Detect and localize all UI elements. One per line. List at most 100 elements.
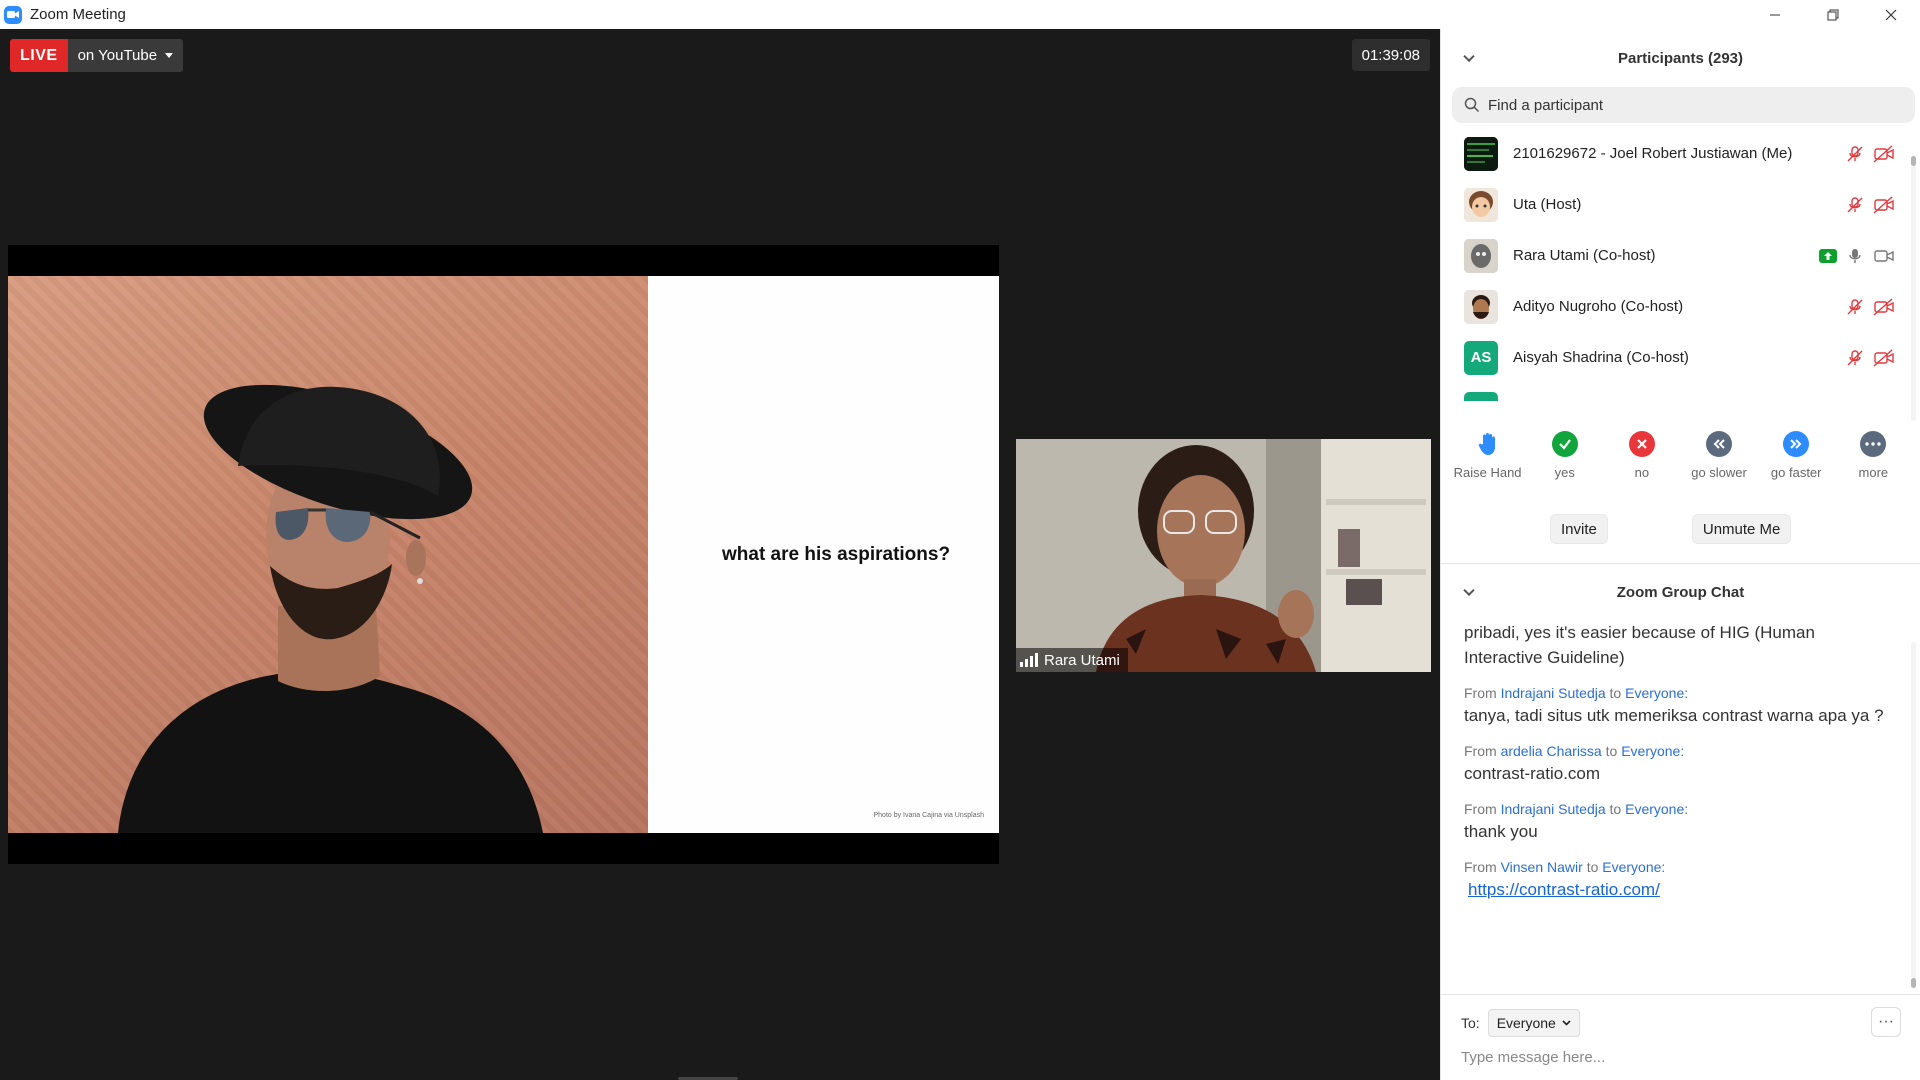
restore-button[interactable]: [1804, 0, 1862, 29]
unmute-me-button[interactable]: Unmute Me: [1691, 514, 1792, 544]
muted-mic-icon: [1847, 349, 1863, 365]
chat-sender[interactable]: ardelia Charissa: [1501, 743, 1602, 759]
more-reactions-button[interactable]: more: [1836, 431, 1910, 509]
participant-name: Adityo Nugroho (Co-host): [1513, 298, 1684, 315]
x-icon: [1628, 431, 1655, 457]
screen-share-icon: [1819, 248, 1837, 263]
signal-strength-icon: [1020, 653, 1038, 667]
participant-row[interactable]: 2101629672 - Joel Robert Justiawan (Me): [1441, 128, 1920, 179]
reaction-label: go slower: [1691, 465, 1747, 480]
slide-photo-credit: Photo by Ivana Cajina via Unsplash: [873, 812, 984, 819]
chevron-down-icon[interactable]: [1463, 50, 1475, 63]
participant-name: Aisyah Shadrina (Co-host): [1513, 349, 1689, 366]
participant-row[interactable]: Adityo Nugroho (Co-host): [1441, 281, 1920, 332]
more-icon: [1860, 431, 1887, 457]
participant-actions: Invite Unmute Me: [1441, 509, 1920, 549]
chat-message-meta: From ardelia Charissa to Everyone:: [1464, 741, 1890, 761]
title-bar: Zoom Meeting: [0, 0, 1920, 29]
go-faster-button[interactable]: go faster: [1759, 431, 1833, 509]
presentation-slide: what are his aspirations? Photo by Ivana…: [8, 276, 999, 833]
chat-message-text: thank you: [1464, 822, 1538, 841]
to-word: to: [1609, 685, 1622, 701]
participant-row[interactable]: Rara Utami (Co-host): [1441, 230, 1920, 281]
from-label: From: [1464, 801, 1497, 817]
avatar: [1464, 238, 1498, 273]
participants-title: Participants (293): [1617, 49, 1744, 67]
chat-sender[interactable]: Indrajani Sutedja: [1501, 685, 1606, 701]
avatar: [1464, 289, 1498, 324]
recipient-select[interactable]: Everyone: [1487, 1009, 1580, 1037]
chat-more-button[interactable]: ···: [1871, 1007, 1901, 1037]
window-title: Zoom Meeting: [30, 6, 126, 23]
side-panel: Participants (293) 2101629672 - Joel Rob…: [1440, 29, 1920, 1080]
speaker-video-frame: [1016, 439, 1431, 672]
chat-sender[interactable]: Indrajani Sutedja: [1501, 801, 1606, 817]
muted-mic-icon: [1847, 298, 1863, 314]
chat-message-link[interactable]: https://contrast-ratio.com/: [1464, 877, 1890, 902]
window-controls: [1746, 0, 1920, 29]
chat-recipient: Everyone:: [1602, 859, 1666, 875]
from-label: From: [1464, 685, 1497, 701]
chat-recipient: Everyone:: [1621, 743, 1685, 759]
close-button[interactable]: [1862, 0, 1920, 29]
raise-hand-icon: [1475, 431, 1501, 457]
reaction-label: more: [1858, 465, 1889, 480]
recipient-value: Everyone: [1496, 1015, 1556, 1031]
participant-search-input[interactable]: [1488, 96, 1868, 114]
video-off-icon: [1873, 297, 1894, 316]
chat-recipient-row: To: Everyone: [1461, 1009, 1580, 1037]
live-target-label: on YouTube: [77, 47, 158, 64]
to-word: to: [1609, 801, 1622, 817]
speaker-name: Rara Utami: [1044, 651, 1120, 669]
participant-status-icons: [1846, 179, 1895, 230]
raise-hand-button[interactable]: Raise Hand: [1451, 431, 1525, 509]
invite-button[interactable]: Invite: [1550, 514, 1608, 544]
live-stream-indicator[interactable]: LIVE on YouTube: [10, 39, 184, 72]
chat-message-meta: From Indrajani Sutedja to Everyone:: [1464, 799, 1890, 819]
chat-sender[interactable]: Vinsen Nawir: [1501, 859, 1583, 875]
caret-down-icon: [165, 53, 174, 58]
chat-message-continued: pribadi, yes it's easier because of HIG …: [1464, 623, 1815, 667]
speaker-video-tile[interactable]: Rara Utami: [1016, 439, 1431, 672]
participant-row-partial[interactable]: [1441, 383, 1920, 401]
participant-status-icons: [1846, 128, 1895, 179]
chat-scrollbar[interactable]: [1911, 642, 1916, 988]
participant-scrollbar[interactable]: [1911, 156, 1916, 421]
slide-photo: [8, 276, 648, 833]
rewind-icon: [1706, 431, 1733, 457]
participant-row[interactable]: AS Aisyah Shadrina (Co-host): [1441, 332, 1920, 383]
from-label: From: [1464, 743, 1497, 759]
reaction-label: yes: [1554, 465, 1575, 480]
participant-status-icons: [1819, 230, 1895, 281]
participant-name: 2101629672 - Joel Robert Justiawan (Me): [1513, 145, 1793, 162]
participant-list: 2101629672 - Joel Robert Justiawan (Me) …: [1441, 128, 1920, 401]
chat-message: From Vinsen Nawir to Everyone: https://c…: [1464, 857, 1890, 902]
go-slower-button[interactable]: go slower: [1682, 431, 1756, 509]
meeting-area: LIVE on YouTube 01:39:08 what are his as…: [0, 29, 1440, 1080]
live-badge: LIVE: [10, 39, 68, 72]
slide-question: what are his aspirations?: [722, 544, 951, 565]
yes-button[interactable]: yes: [1528, 431, 1602, 509]
participant-search[interactable]: [1452, 87, 1915, 123]
video-off-icon: [1873, 195, 1894, 214]
to-word: to: [1605, 743, 1618, 759]
chevron-down-icon[interactable]: [1463, 584, 1475, 597]
minimize-button[interactable]: [1746, 0, 1804, 29]
chat-title: Zoom Group Chat: [1616, 583, 1745, 601]
muted-mic-icon: [1847, 145, 1863, 161]
chat-header: Zoom Group Chat: [1441, 564, 1920, 620]
live-target-dropdown[interactable]: on YouTube: [67, 39, 184, 72]
chat-recipient: Everyone:: [1625, 685, 1689, 701]
no-button[interactable]: no: [1605, 431, 1679, 509]
chat-message-input[interactable]: [1461, 1049, 1881, 1066]
avatar: [1464, 136, 1498, 171]
participant-status-icons: [1846, 332, 1895, 383]
video-off-icon: [1873, 144, 1894, 163]
video-off-icon: [1873, 348, 1894, 367]
search-icon: [1464, 97, 1480, 113]
participant-name: Uta (Host): [1513, 196, 1582, 213]
chat-message-text: contrast-ratio.com: [1464, 764, 1601, 783]
participant-row[interactable]: Uta (Host): [1441, 179, 1920, 230]
mic-icon: [1849, 248, 1861, 263]
chat-message-text: tanya, tadi situs utk memeriksa contrast…: [1464, 706, 1884, 725]
